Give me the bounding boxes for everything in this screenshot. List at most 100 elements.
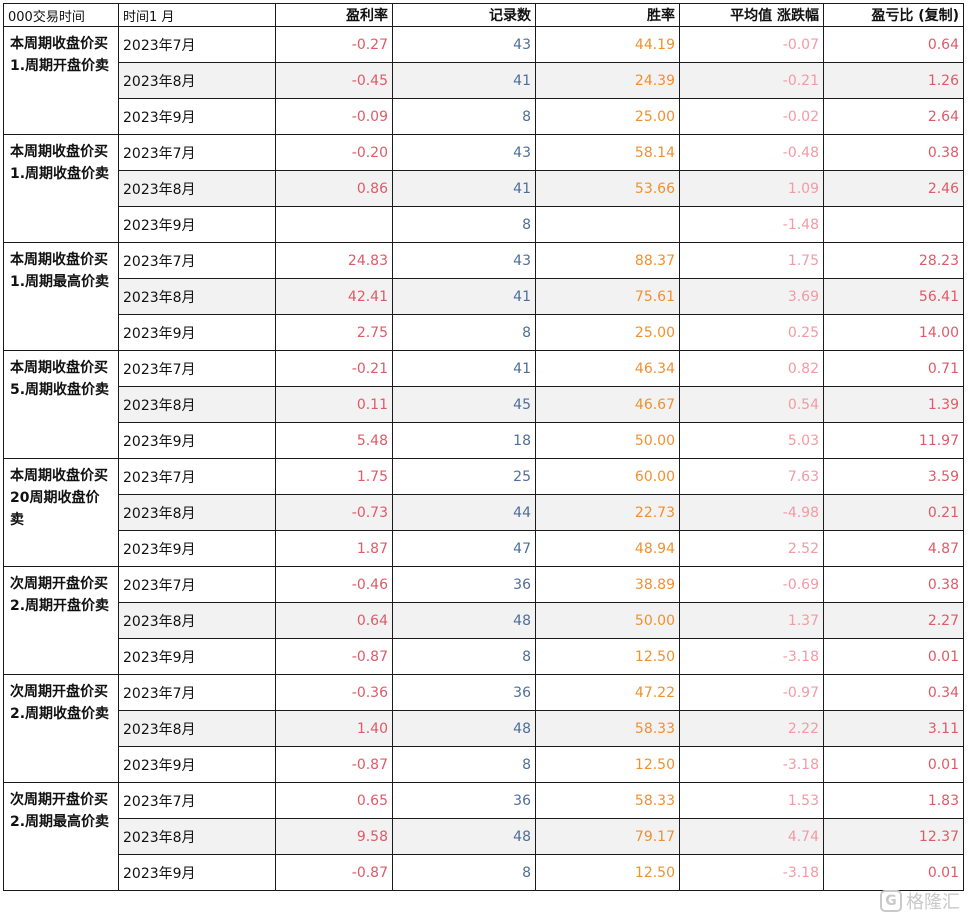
avg-change-cell: 0.82 — [679, 350, 824, 387]
month-cell: 2023年9月 — [118, 206, 276, 243]
pl-ratio-cell: 2.64 — [823, 98, 964, 135]
profit-rate-cell: -0.87 — [275, 854, 393, 891]
record-count-cell: 36 — [392, 566, 536, 603]
pl-ratio-cell: 0.38 — [823, 134, 964, 171]
month-cell: 2023年7月 — [118, 26, 276, 63]
avg-change-cell: 1.09 — [679, 170, 824, 207]
pl-ratio-cell: 0.01 — [823, 638, 964, 675]
pl-ratio-cell: 0.01 — [823, 854, 964, 891]
pl-ratio-cell: 0.64 — [823, 26, 964, 63]
report-view: 000交易时间 时间1 月 盈利率 记录数 胜率 平均值 涨跌幅 盈亏比 (复制… — [0, 0, 968, 918]
month-cell: 2023年8月 — [118, 62, 276, 99]
record-count-cell: 8 — [392, 314, 536, 351]
avg-change-cell: -1.48 — [679, 206, 824, 243]
month-cell: 2023年9月 — [118, 98, 276, 135]
avg-change-cell: 0.25 — [679, 314, 824, 351]
win-rate-cell: 46.67 — [535, 386, 680, 423]
profit-rate-cell: 2.75 — [275, 314, 393, 351]
table-row: 本周期收盘价买1.周期开盘价卖 2023年7月 -0.27 43 44.19 -0.07 0… — [3, 26, 964, 135]
win-rate-cell: 48.94 — [535, 530, 680, 567]
win-rate-cell: 58.14 — [535, 134, 680, 171]
pl-ratio-cell — [823, 206, 964, 243]
win-rate-cell: 75.61 — [535, 278, 680, 315]
table-row: 2023年8月 0.86 41 53.66 1.09 2.46 — [4, 170, 964, 207]
table-row: 2023年9月 2.75 8 25.00 0.25 14.00 — [4, 314, 964, 351]
profit-rate-cell: 5.48 — [275, 422, 393, 459]
month-cell: 2023年9月 — [118, 314, 276, 351]
win-rate-cell: 88.37 — [535, 242, 680, 279]
watermark-text: 格隆汇 — [906, 892, 960, 913]
pl-ratio-cell: 11.97 — [823, 422, 964, 459]
avg-change-cell: 1.37 — [679, 602, 824, 639]
avg-change-cell: 0.54 — [679, 386, 824, 423]
win-rate-cell: 60.00 — [535, 458, 680, 495]
header-trade-time[interactable]: 000交易时间 — [3, 3, 119, 27]
profit-rate-cell: -0.87 — [275, 638, 393, 675]
win-rate-cell: 44.19 — [535, 26, 680, 63]
profit-rate-cell: 0.65 — [275, 782, 393, 819]
avg-change-cell: 1.75 — [679, 242, 824, 279]
pl-ratio-cell: 0.21 — [823, 494, 964, 531]
header-row: 000交易时间 时间1 月 盈利率 记录数 胜率 平均值 涨跌幅 盈亏比 (复制… — [3, 3, 964, 27]
profit-rate-cell: 42.41 — [275, 278, 393, 315]
month-cell: 2023年9月 — [118, 530, 276, 567]
month-cell: 2023年9月 — [118, 746, 276, 783]
profit-rate-cell: 1.40 — [275, 710, 393, 747]
pl-ratio-cell: 1.83 — [823, 782, 964, 819]
table-row: 本周期收盘价买20周期收盘价卖 2023年7月 1.75 25 60.00 7.63 3.5… — [3, 458, 964, 567]
profit-rate-cell: -0.45 — [275, 62, 393, 99]
win-rate-cell: 22.73 — [535, 494, 680, 531]
pl-ratio-cell: 2.27 — [823, 602, 964, 639]
avg-change-cell: 7.63 — [679, 458, 824, 495]
month-cell: 2023年9月 — [118, 638, 276, 675]
month-cell: 2023年7月 — [118, 134, 276, 171]
table-row: 2023年8月 0.64 48 50.00 1.37 2.27 — [4, 602, 964, 639]
avg-change-cell: -0.02 — [679, 98, 824, 135]
month-cell: 2023年7月 — [118, 566, 276, 603]
strategy-name: 次周期开盘价买2.周期开盘价卖 — [3, 566, 119, 675]
pl-ratio-cell: 4.87 — [823, 530, 964, 567]
profit-rate-cell: -0.46 — [275, 566, 393, 603]
avg-change-cell: -3.18 — [679, 638, 824, 675]
win-rate-cell: 79.17 — [535, 818, 680, 855]
win-rate-cell: 46.34 — [535, 350, 680, 387]
header-avg-change[interactable]: 平均值 涨跌幅 — [679, 3, 824, 27]
header-record-count[interactable]: 记录数 — [392, 3, 536, 27]
profit-rate-cell: -0.73 — [275, 494, 393, 531]
win-rate-cell — [535, 206, 680, 243]
profit-rate-cell — [275, 206, 393, 243]
avg-change-cell: -0.21 — [679, 62, 824, 99]
header-pl-ratio[interactable]: 盈亏比 (复制) — [823, 3, 964, 27]
pl-ratio-cell: 14.00 — [823, 314, 964, 351]
strategy-name: 次周期开盘价买2.周期最高价卖 — [3, 782, 119, 891]
win-rate-cell: 58.33 — [535, 710, 680, 747]
win-rate-cell: 50.00 — [535, 422, 680, 459]
pl-ratio-cell: 1.39 — [823, 386, 964, 423]
header-profit-rate[interactable]: 盈利率 — [275, 3, 393, 27]
month-cell: 2023年8月 — [118, 602, 276, 639]
profit-rate-cell: -0.27 — [275, 26, 393, 63]
pl-ratio-cell: 12.37 — [823, 818, 964, 855]
brand-logo-icon: G — [880, 890, 902, 912]
header-month[interactable]: 时间1 月 — [118, 3, 276, 27]
record-count-cell: 8 — [392, 638, 536, 675]
table-row: 2023年8月 1.40 48 58.33 2.22 3.11 — [4, 710, 964, 747]
avg-change-cell: -0.07 — [679, 26, 824, 63]
win-rate-cell: 25.00 — [535, 98, 680, 135]
record-count-cell: 41 — [392, 278, 536, 315]
profit-rate-cell: 0.11 — [275, 386, 393, 423]
month-cell: 2023年8月 — [118, 494, 276, 531]
profit-rate-cell: -0.21 — [275, 350, 393, 387]
table-row: 2023年9月 1.87 47 48.94 2.52 4.87 — [4, 530, 964, 567]
record-count-cell: 8 — [392, 746, 536, 783]
pl-ratio-cell: 0.34 — [823, 674, 964, 711]
profit-rate-cell: -0.09 — [275, 98, 393, 135]
month-cell: 2023年9月 — [118, 422, 276, 459]
header-win-rate[interactable]: 胜率 — [535, 3, 680, 27]
table-row: 2023年9月 -0.09 8 25.00 -0.02 2.64 — [4, 98, 964, 135]
profit-rate-cell: 1.87 — [275, 530, 393, 567]
avg-change-cell: -3.18 — [679, 746, 824, 783]
table-row: 2023年9月 -0.87 8 12.50 -3.18 0.01 — [4, 746, 964, 783]
pl-ratio-cell: 3.11 — [823, 710, 964, 747]
month-cell: 2023年7月 — [118, 674, 276, 711]
